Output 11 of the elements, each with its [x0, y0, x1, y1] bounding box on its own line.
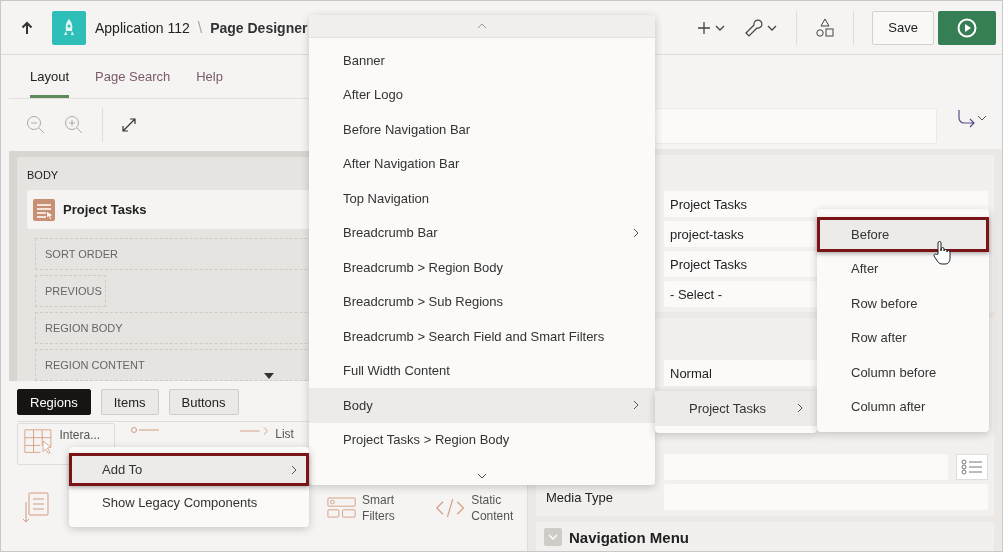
component-label: Smart Filters: [362, 492, 396, 524]
component-label: Intera...: [59, 427, 102, 443]
region-title: Project Tasks: [63, 202, 147, 217]
property-label: Media Type: [546, 489, 613, 505]
component-label: Static Content: [471, 492, 515, 524]
breadcrumb-separator: \: [197, 18, 203, 37]
page-title: Page Designer: [210, 19, 308, 36]
section-title: Navigation Menu: [569, 528, 689, 546]
drop-slot: PREVIOUS: [35, 275, 106, 307]
body-label: BODY: [27, 169, 59, 181]
component-label: List: [275, 426, 295, 442]
